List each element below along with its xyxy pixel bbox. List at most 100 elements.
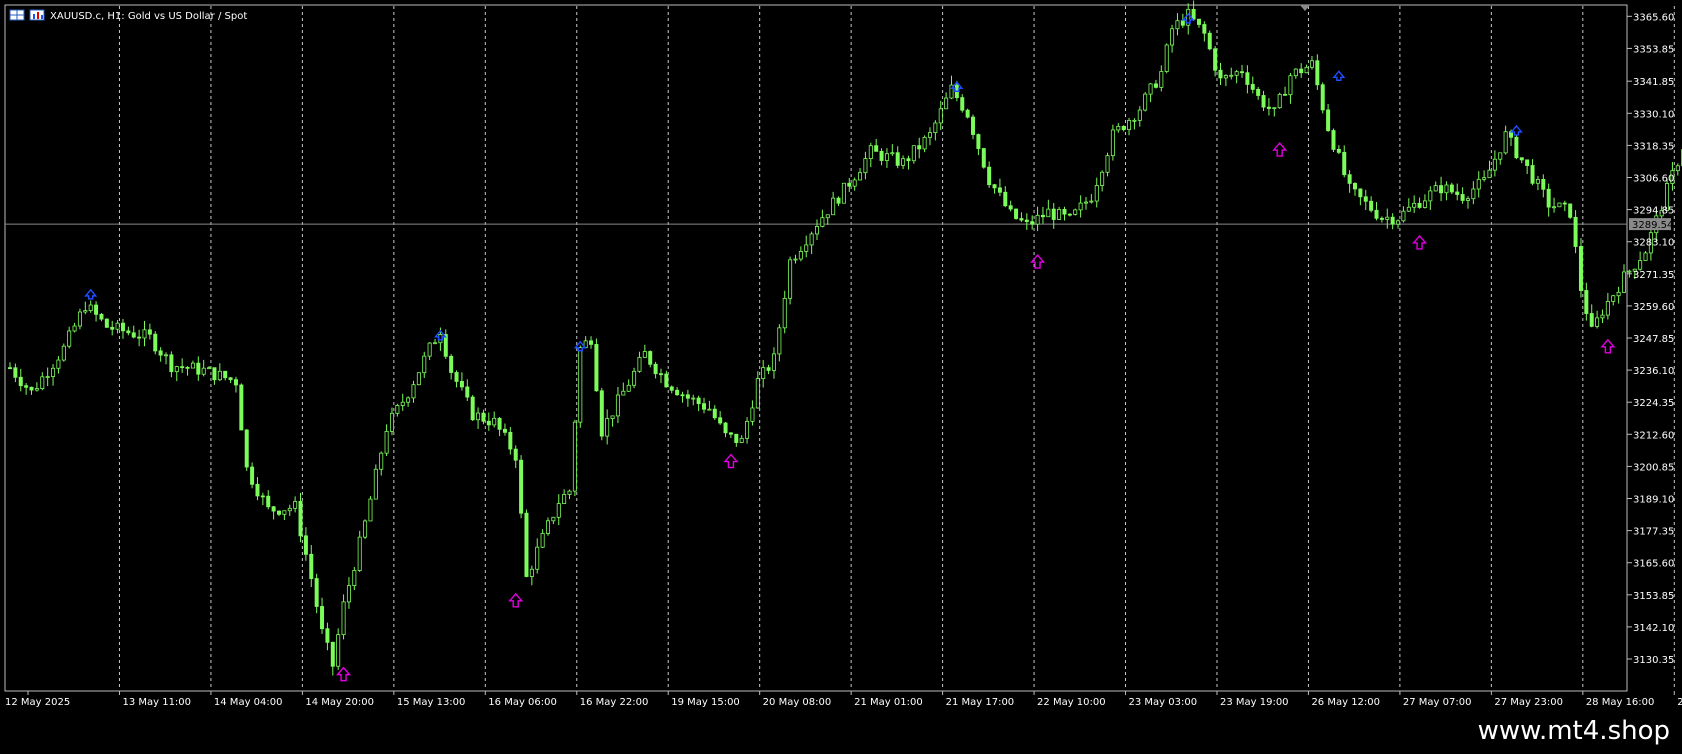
candle-body <box>411 384 416 399</box>
candle-body <box>137 336 142 339</box>
candle-body <box>1498 152 1503 160</box>
candle-body <box>911 145 916 162</box>
bars-view-icon[interactable] <box>9 9 25 21</box>
candle-body <box>718 417 723 424</box>
candle-body <box>626 384 631 392</box>
x-tick-label: 14 May 04:00 <box>214 697 283 708</box>
candle-body <box>519 459 524 514</box>
candle-body <box>427 342 432 357</box>
candle-body <box>51 367 56 377</box>
candle-body <box>158 350 163 356</box>
candle-body <box>492 417 497 426</box>
candle-body <box>599 390 604 437</box>
candle-body <box>1229 74 1234 77</box>
candle-body <box>1578 246 1583 291</box>
candle-body <box>658 373 663 376</box>
candle-body <box>72 325 77 332</box>
candle-body <box>825 214 830 219</box>
x-tick-label: 23 May 03:00 <box>1129 697 1198 708</box>
candle-body <box>524 512 529 577</box>
candle-body <box>486 420 491 426</box>
candle-body <box>879 150 884 161</box>
candle-body <box>115 322 120 330</box>
x-tick-label: 21 May 17:00 <box>946 697 1015 708</box>
watermark-text: www.mt4.shop <box>1477 716 1670 746</box>
candle-body <box>201 367 206 375</box>
candle-body <box>1379 217 1384 220</box>
candle-body <box>1627 270 1632 273</box>
candle-body <box>29 386 34 391</box>
candle-body <box>239 384 244 431</box>
candle-body <box>233 379 238 386</box>
price-chart[interactable]: 3365.60 3353.85 3341.85 3330.10 3318.35 3306.… <box>0 0 1682 718</box>
chart-window[interactable]: 3365.60 3353.85 3341.85 3330.10 3318.35 3306.… <box>0 0 1682 718</box>
candle-body <box>330 641 335 667</box>
candle-body <box>1008 205 1013 210</box>
candle-body <box>406 397 411 403</box>
candle-body <box>298 501 303 537</box>
candle-body <box>761 367 766 379</box>
candle-body <box>1358 188 1363 198</box>
y-tick-label: 3236.10 <box>1633 366 1674 377</box>
candle-body <box>535 546 540 570</box>
candle-body <box>1196 18 1201 25</box>
candle-body <box>287 507 292 512</box>
price-axis[interactable]: 3365.60 3353.85 3341.85 3330.10 3318.35 3306.… <box>1627 12 1674 666</box>
candle-body <box>1288 75 1293 96</box>
candle-body <box>470 396 475 421</box>
y-tick-label: 3271.35 <box>1633 270 1674 281</box>
time-axis[interactable]: 12 May 2025 13 May 11:00 14 May 04:00 14 Ma… <box>5 691 1682 708</box>
candle-body <box>858 172 863 181</box>
candle-body <box>1299 68 1304 74</box>
candle-body <box>615 394 620 417</box>
candle-body <box>1062 209 1067 215</box>
candle-body <box>1175 20 1180 30</box>
candle-body <box>750 407 755 422</box>
candle-body <box>1019 218 1024 221</box>
candle-body <box>153 333 158 352</box>
candle-body <box>572 421 577 492</box>
candle-body <box>546 520 551 534</box>
candle-body <box>1449 184 1454 193</box>
candle-body <box>1245 72 1250 85</box>
candle-body <box>1127 120 1132 131</box>
candle-body <box>341 601 346 636</box>
current-price-label: 3289.54 <box>1632 220 1673 231</box>
candle-body <box>669 386 674 391</box>
candle-body <box>1465 198 1470 201</box>
candle-body <box>77 311 82 327</box>
candle-body <box>901 158 906 166</box>
candle-body <box>1234 71 1239 76</box>
candle-body <box>1024 219 1029 223</box>
candle-body <box>104 318 109 328</box>
candle-body <box>255 483 260 497</box>
candle-body <box>368 498 373 522</box>
candle-body <box>18 376 23 387</box>
candle-body <box>1444 184 1449 194</box>
y-tick-label: 3294.85 <box>1633 206 1674 217</box>
candle-body <box>1105 155 1110 173</box>
candle-body <box>798 250 803 260</box>
y-tick-label: 3353.85 <box>1633 44 1674 55</box>
candle-body <box>712 408 717 419</box>
candle-body <box>250 466 255 485</box>
candle-body <box>88 304 93 311</box>
candle-body <box>1336 149 1341 153</box>
candle-body <box>1326 109 1331 131</box>
chart-window-icon[interactable] <box>29 9 45 21</box>
candle-body <box>1084 201 1089 204</box>
candle-body <box>567 490 572 495</box>
candle-body <box>976 134 981 149</box>
candle-body <box>1100 171 1105 186</box>
candle-body <box>1116 125 1121 131</box>
candle-body <box>1014 208 1019 219</box>
candle-body <box>562 494 567 504</box>
candle-body <box>1035 214 1040 225</box>
candle-body <box>610 415 615 419</box>
candle-body <box>357 536 362 571</box>
candle-body <box>1557 202 1562 208</box>
candle-body <box>1250 84 1255 90</box>
candle-body <box>771 353 776 371</box>
candle-body <box>1552 206 1557 209</box>
candle-body <box>1272 107 1277 110</box>
